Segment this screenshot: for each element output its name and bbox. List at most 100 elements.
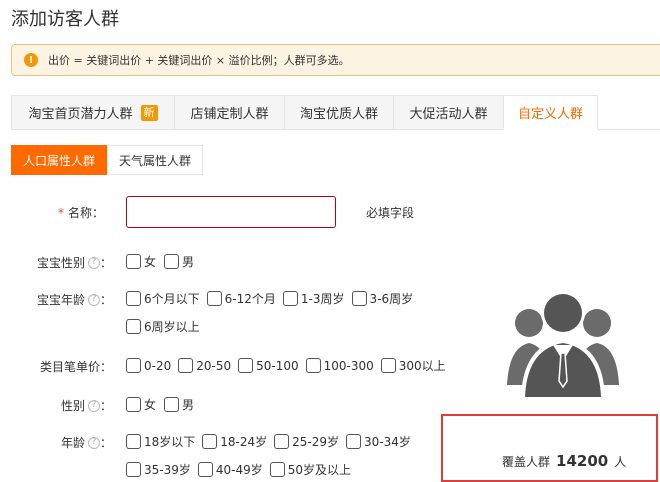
age-options-row2: 35-39岁 40-49岁 50岁及以上 (126, 461, 358, 478)
option-label: 50-100 (256, 358, 299, 373)
checkbox[interactable] (380, 358, 396, 373)
option-checkbox[interactable]: 40-49岁 (197, 461, 263, 478)
tab-quality[interactable]: 淘宝优质人群 (284, 95, 394, 130)
option-checkbox[interactable]: 3-6周岁 (351, 290, 414, 307)
option-checkbox[interactable]: 男 (164, 396, 194, 413)
tab-label: 自定义人群 (517, 107, 583, 122)
coverage-box: 覆盖人群 14200 人 (441, 414, 658, 482)
option-label: 6周岁以上 (144, 320, 200, 334)
option-label: 1-3周岁 (300, 292, 345, 306)
warning-icon: ! (24, 53, 38, 67)
option-label: 男 (182, 255, 195, 269)
label-colon: ： (99, 399, 112, 413)
tab-label: 店铺定制人群 (190, 107, 269, 122)
checkbox[interactable] (305, 358, 321, 373)
option-checkbox[interactable]: 20-50 (178, 358, 231, 373)
required-star: * (57, 205, 64, 220)
checkbox[interactable] (238, 358, 254, 373)
option-label: 6-12个月 (224, 292, 276, 306)
option-label: 18岁以下 (144, 435, 196, 449)
label-text: 宝宝年龄 (36, 293, 85, 307)
notice-bar: ! 出价 = 关键词出价 + 关键词出价 × 溢价比例；人群可多选。 (11, 44, 660, 76)
checkbox[interactable] (346, 434, 362, 449)
tab-homepage-potential[interactable]: 淘宝首页潜力人群 新 (11, 95, 175, 130)
option-checkbox[interactable]: 30-34岁 (346, 433, 411, 450)
tab-promotion[interactable]: 大促活动人群 (393, 95, 504, 130)
option-checkbox[interactable]: 50岁及以上 (269, 461, 351, 478)
tab-label: 淘宝优质人群 (299, 107, 378, 122)
category-price-label: 类目笔单价： (8, 358, 112, 375)
checkbox[interactable] (126, 434, 141, 449)
option-checkbox[interactable]: 1-3周岁 (282, 290, 345, 307)
option-label: 0-20 (144, 358, 172, 373)
checkbox[interactable] (269, 462, 285, 477)
option-checkbox[interactable]: 0-20 (126, 358, 171, 373)
label-text: 年龄 (60, 436, 85, 450)
label-colon: ： (99, 436, 112, 450)
option-checkbox[interactable]: 25-29岁 (274, 433, 339, 450)
name-input[interactable] (126, 196, 336, 228)
checkbox[interactable] (164, 254, 180, 269)
option-label: 女 (144, 255, 157, 269)
checkbox[interactable] (197, 462, 213, 477)
option-label: 300以上 (398, 359, 446, 373)
subtab-demographic[interactable]: 人口属性人群 (11, 145, 108, 175)
baby-age-options-row2: 6周岁以上 (126, 318, 207, 335)
option-label: 18-24岁 (220, 435, 268, 449)
coverage-label: 覆盖人群 (502, 455, 551, 469)
checkbox[interactable] (126, 358, 141, 373)
baby-gender-label: 宝宝性别 ? ： (8, 254, 112, 271)
option-label: 3-6周岁 (369, 292, 414, 306)
checkbox[interactable] (126, 254, 141, 269)
checkbox[interactable] (126, 462, 141, 477)
option-checkbox[interactable]: 300以上 (380, 357, 446, 374)
question-icon[interactable]: ? (87, 436, 100, 449)
question-icon[interactable]: ? (87, 399, 100, 412)
option-label: 35-39岁 (144, 463, 191, 477)
option-checkbox[interactable]: 35-39岁 (126, 461, 191, 478)
option-label: 100-300 (323, 358, 374, 373)
option-checkbox[interactable]: 18-24岁 (202, 433, 267, 450)
checkbox[interactable] (126, 291, 141, 306)
checkbox[interactable] (164, 397, 180, 412)
subtab-bar: 人口属性人群 天气属性人群 (11, 145, 204, 175)
baby-age-options: 6个月以下 6-12个月 1-3周岁 3-6周岁 (126, 290, 420, 307)
coverage-text: 覆盖人群 14200 人 (502, 452, 626, 470)
page-title: 添加访客人群 (11, 9, 119, 30)
checkbox[interactable] (202, 434, 218, 449)
question-icon[interactable]: ? (87, 293, 100, 306)
name-label: * 名称： (0, 204, 104, 221)
checkbox[interactable] (351, 291, 367, 306)
option-label: 20-50 (196, 358, 232, 373)
tab-store-custom[interactable]: 店铺定制人群 (174, 95, 285, 130)
option-checkbox[interactable]: 6周岁以上 (126, 318, 200, 335)
option-checkbox[interactable]: 6-12个月 (206, 290, 276, 307)
tab-bar: 淘宝首页潜力人群 新 店铺定制人群 淘宝优质人群 大促活动人群 自定义人群 (11, 95, 660, 130)
option-label: 男 (182, 398, 195, 412)
option-checkbox[interactable]: 女 (126, 253, 156, 270)
checkbox[interactable] (126, 397, 141, 412)
option-checkbox[interactable]: 100-300 (305, 358, 374, 373)
new-badge: 新 (140, 104, 158, 121)
question-icon[interactable]: ? (87, 256, 100, 269)
checkbox[interactable] (206, 291, 222, 306)
subtab-weather[interactable]: 天气属性人群 (107, 145, 204, 175)
checkbox[interactable] (274, 434, 290, 449)
checkbox[interactable] (282, 291, 298, 306)
option-checkbox[interactable]: 男 (164, 253, 194, 270)
people-group-icon (507, 291, 619, 397)
tab-label: 大促活动人群 (409, 107, 488, 122)
option-checkbox[interactable]: 女 (126, 396, 156, 413)
option-checkbox[interactable]: 50-100 (238, 358, 299, 373)
checkbox[interactable] (178, 358, 194, 373)
label-text: 宝宝性别 (36, 256, 85, 270)
option-checkbox[interactable]: 18岁以下 (126, 433, 195, 450)
option-checkbox[interactable]: 6个月以下 (126, 290, 200, 307)
baby-gender-options: 女 男 (126, 253, 201, 270)
category-price-options: 0-20 20-50 50-100 100-300 300以上 (126, 357, 453, 374)
tab-custom[interactable]: 自定义人群 (503, 95, 598, 130)
baby-age-label: 宝宝年龄 ? ： (8, 291, 112, 308)
notice-text: 出价 = 关键词出价 + 关键词出价 × 溢价比例；人群可多选。 (48, 54, 350, 67)
option-label: 40-49岁 (215, 463, 263, 477)
checkbox[interactable] (126, 319, 141, 334)
